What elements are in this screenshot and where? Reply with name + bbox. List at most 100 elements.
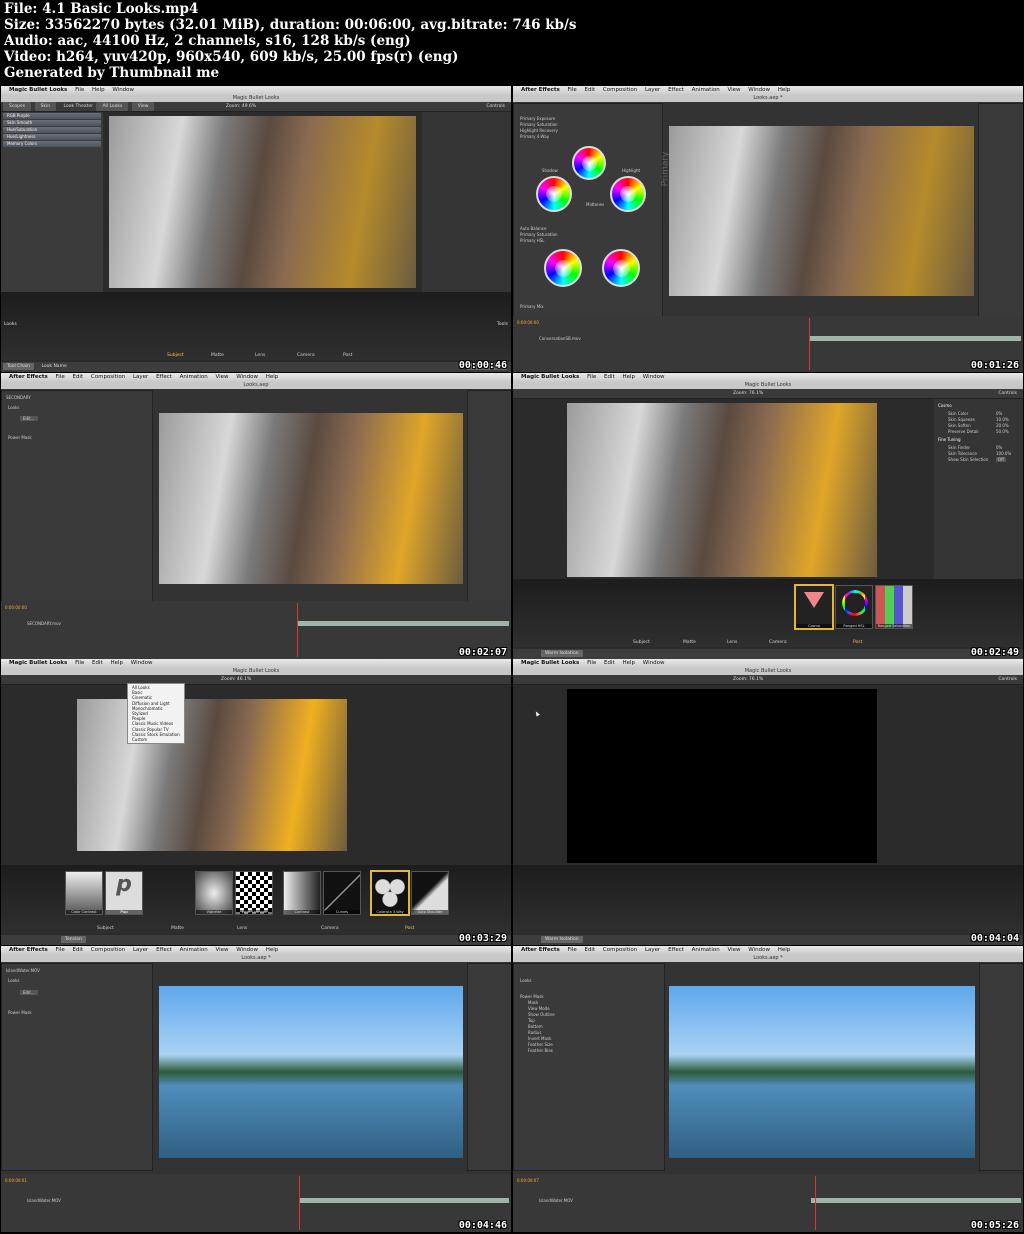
control-row[interactable]: Skin Tolerance xyxy=(948,451,977,456)
menu-window[interactable]: Window xyxy=(748,87,770,93)
effect-param[interactable]: Primary Saturation xyxy=(520,232,558,237)
menu-composition[interactable]: Composition xyxy=(91,947,125,953)
menu-help[interactable]: Help xyxy=(266,947,279,953)
hsl-wheel[interactable] xyxy=(602,249,640,287)
menu-help[interactable]: Help xyxy=(110,660,123,666)
look-name-field[interactable]: Warm Isolation xyxy=(541,936,583,943)
control-row[interactable]: Show Skin Selection xyxy=(948,457,988,462)
menu-edit[interactable]: Edit xyxy=(584,947,595,953)
tool-chain-button[interactable]: Tool Chain xyxy=(3,363,35,370)
tab-matte[interactable]: Matte xyxy=(171,926,184,931)
layer-bar[interactable] xyxy=(809,336,1021,341)
menu-animation[interactable]: Animation xyxy=(692,947,720,953)
menu-file[interactable]: File xyxy=(587,660,596,666)
menu-window[interactable]: Window xyxy=(643,374,665,380)
effect-param[interactable]: Auto Balance xyxy=(520,226,547,231)
control-value[interactable]: 50.0% xyxy=(996,429,1009,434)
menu-composition[interactable]: Composition xyxy=(603,947,637,953)
control-row[interactable]: Skin Finder xyxy=(948,445,970,450)
app-menu[interactable]: After Effects xyxy=(521,87,560,93)
menu-edit[interactable]: Edit xyxy=(72,947,83,953)
control-row[interactable]: Skin Squeeze xyxy=(948,417,975,422)
tab-camera[interactable]: Camera xyxy=(297,353,315,358)
shadow-color-wheel[interactable] xyxy=(536,176,572,212)
menu-view[interactable]: View xyxy=(727,87,740,93)
menu-help[interactable]: Help xyxy=(266,374,279,380)
app-menu[interactable]: Magic Bullet Looks xyxy=(521,374,579,380)
menu-edit[interactable]: Edit xyxy=(584,87,595,93)
menu-file[interactable]: File xyxy=(568,947,577,953)
effect-row[interactable]: View Mode xyxy=(528,1006,550,1011)
menu-composition[interactable]: Composition xyxy=(603,87,637,93)
look-name-field[interactable]: Tension xyxy=(61,936,86,943)
layer-name[interactable]: IslandWater.MOV xyxy=(539,1198,573,1203)
effect-param[interactable]: Primary Exposure xyxy=(520,116,555,121)
timecode[interactable]: 0:00:00:07 xyxy=(517,1178,539,1183)
preset-item[interactable]: RGB Purple xyxy=(3,113,101,119)
dropdown-option[interactable]: Custom xyxy=(132,737,180,742)
timecode[interactable]: 0:00:00:00 xyxy=(517,320,539,325)
menu-file[interactable]: File xyxy=(75,87,84,93)
menu-file[interactable]: File xyxy=(75,660,84,666)
effect-row[interactable]: Power Mask xyxy=(520,994,544,999)
tool-thumb[interactable]: Contrast xyxy=(283,871,321,915)
tab-post[interactable]: Post xyxy=(405,926,414,931)
tool-thumb[interactable]: Edge Softness xyxy=(235,871,273,915)
tab-matte[interactable]: Matte xyxy=(211,353,224,358)
effect-row[interactable]: Feather Size xyxy=(528,1042,553,1047)
menu-effect[interactable]: Effect xyxy=(668,87,684,93)
timecode[interactable]: 0:00:00:01 xyxy=(5,1178,27,1183)
preset-item[interactable]: Hue/Lightness xyxy=(3,134,101,140)
layer-bar[interactable] xyxy=(297,621,509,626)
menu-view[interactable]: View xyxy=(215,947,228,953)
control-row[interactable]: Skin Color xyxy=(948,411,968,416)
menu-animation[interactable]: Animation xyxy=(692,87,720,93)
menu-window[interactable]: Window xyxy=(748,947,770,953)
tab-lens[interactable]: Lens xyxy=(255,353,265,358)
preset-item[interactable]: Memory Colors xyxy=(3,141,101,147)
edit-button[interactable]: Edit... xyxy=(20,416,38,421)
app-menu[interactable]: Magic Bullet Looks xyxy=(521,660,579,666)
effect-row[interactable]: Bottom xyxy=(528,1024,543,1029)
menu-effect[interactable]: Effect xyxy=(156,947,172,953)
tab-subject[interactable]: Subject xyxy=(633,640,650,645)
layer-bar[interactable] xyxy=(811,1198,1021,1203)
tab-subject[interactable]: Subject xyxy=(97,926,114,931)
playhead[interactable] xyxy=(297,603,298,657)
menu-effect[interactable]: Effect xyxy=(156,374,172,380)
tool-thumb[interactable]: Vignette xyxy=(195,871,233,915)
playhead[interactable] xyxy=(299,1176,300,1230)
menu-edit[interactable]: Edit xyxy=(604,660,615,666)
menu-file[interactable]: File xyxy=(56,947,65,953)
tool-thumb-ranged-hsl[interactable]: Ranged HSL xyxy=(835,585,873,629)
menu-window[interactable]: Window xyxy=(131,660,153,666)
control-value[interactable]: 100.0% xyxy=(996,451,1011,456)
tab-scopes[interactable]: Scopes xyxy=(3,102,32,111)
looks-filter-select[interactable]: All Looks xyxy=(96,102,129,111)
effect-param[interactable]: Primary HSL xyxy=(520,238,545,243)
app-menu[interactable]: After Effects xyxy=(9,374,48,380)
effect-param[interactable]: Primary Saturation xyxy=(520,122,558,127)
menu-layer[interactable]: Layer xyxy=(133,374,148,380)
control-row[interactable]: Preserve Detail xyxy=(948,429,978,434)
menu-help[interactable]: Help xyxy=(778,947,791,953)
menu-layer[interactable]: Layer xyxy=(133,947,148,953)
tool-thumb[interactable]: Colorista 3-Way xyxy=(371,871,409,915)
dropdown-option[interactable]: Classic Music Videos xyxy=(132,721,180,726)
menu-composition[interactable]: Composition xyxy=(91,374,125,380)
menu-help[interactable]: Help xyxy=(622,374,635,380)
menu-file[interactable]: File xyxy=(587,374,596,380)
menu-animation[interactable]: Animation xyxy=(180,374,208,380)
menu-file[interactable]: File xyxy=(568,87,577,93)
tool-thumb-ranged-saturation[interactable]: Ranged Saturation xyxy=(875,585,913,629)
tab-lens[interactable]: Lens xyxy=(237,926,247,931)
highlight-color-wheel[interactable] xyxy=(610,176,646,212)
layer-name[interactable]: SECONDARY.mov xyxy=(27,621,61,626)
tab-subject[interactable]: Subject xyxy=(167,353,184,358)
menu-window[interactable]: Window xyxy=(236,374,258,380)
view-button[interactable]: View xyxy=(131,102,155,111)
menu-window[interactable]: Window xyxy=(112,87,134,93)
menu-edit[interactable]: Edit xyxy=(72,374,83,380)
menu-edit[interactable]: Edit xyxy=(604,374,615,380)
tool-thumb[interactable]: Curves xyxy=(323,871,361,915)
